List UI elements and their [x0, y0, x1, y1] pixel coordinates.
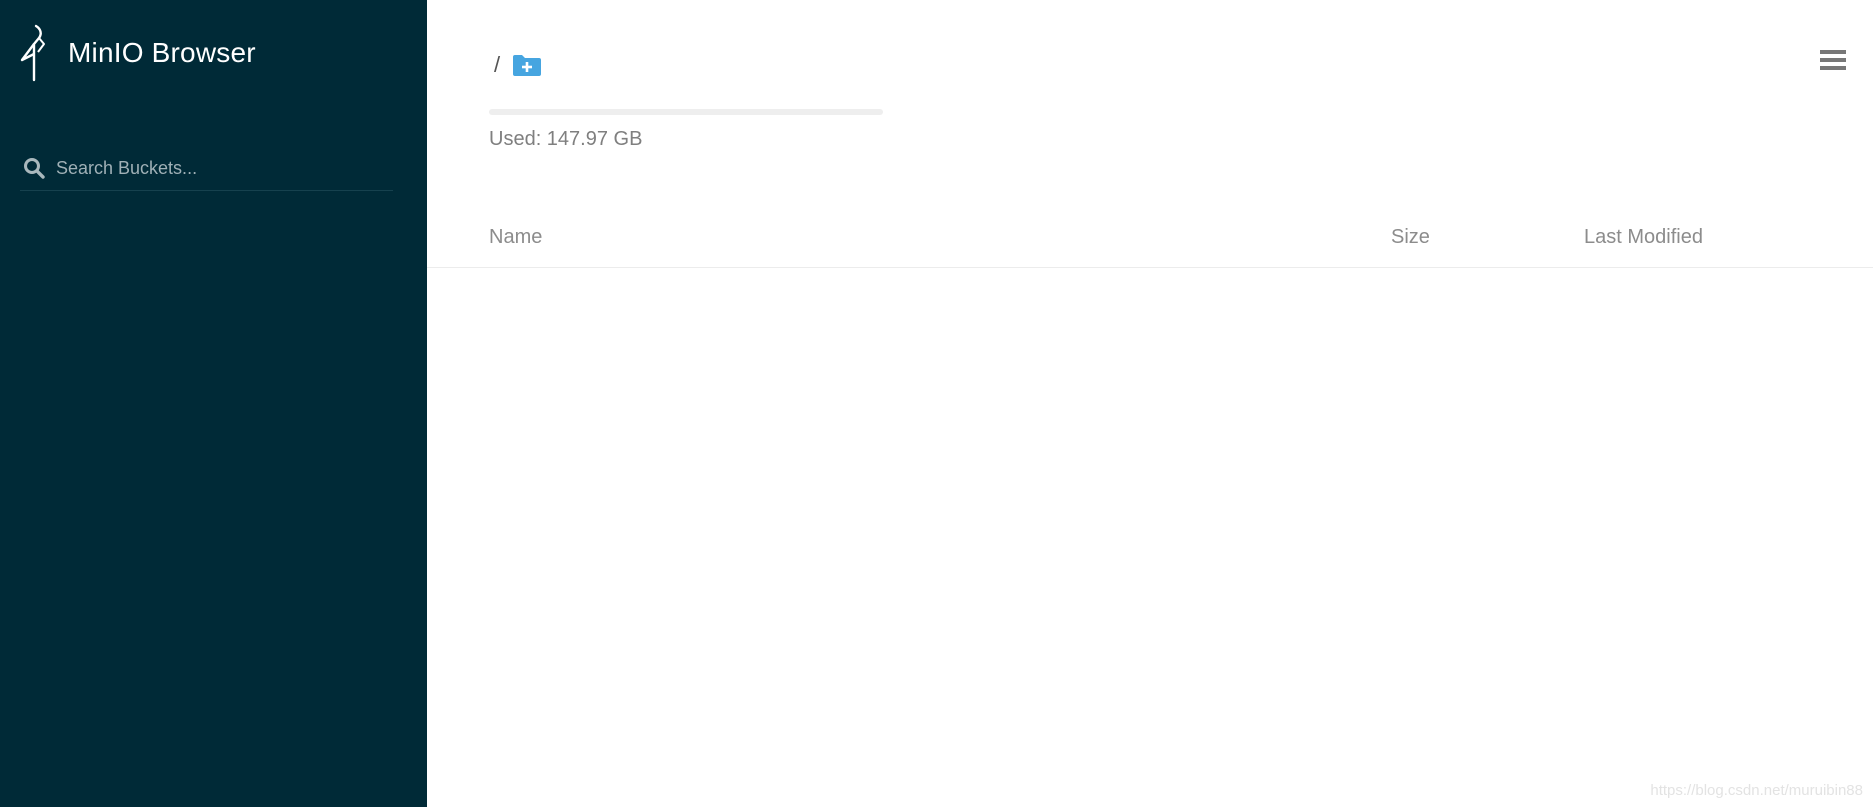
minio-logo-icon: [20, 24, 45, 82]
menu-bar: [1820, 50, 1846, 54]
usage-progress-bar: [489, 109, 883, 115]
sidebar: MinIO Browser: [0, 0, 427, 807]
storage-usage: Used: 147.97 GB: [489, 109, 883, 151]
search-icon: [24, 158, 45, 179]
search-buckets-input[interactable]: [56, 157, 376, 179]
object-table-header: Name Size Last Modified: [427, 222, 1873, 268]
app-title: MinIO Browser: [68, 37, 256, 68]
menu-bar: [1820, 58, 1846, 62]
main-content: / Used: 147.97 GB Name Size Last Modifie…: [427, 0, 1873, 807]
column-header-last-modified[interactable]: Last Modified: [1584, 226, 1703, 249]
bucket-search: [20, 146, 393, 191]
breadcrumb: /: [494, 52, 542, 78]
minio-browser-app: MinIO Browser / Used: 147.97 GB: [0, 0, 1873, 807]
column-header-size[interactable]: Size: [1391, 226, 1430, 249]
brand[interactable]: MinIO Browser: [20, 24, 256, 82]
breadcrumb-root[interactable]: /: [494, 52, 500, 78]
hamburger-menu-icon[interactable]: [1820, 50, 1846, 74]
used-storage-label: Used: 147.97 GB: [489, 128, 643, 150]
menu-bar: [1820, 66, 1846, 70]
folder-plus-icon[interactable]: [512, 53, 542, 77]
column-header-name[interactable]: Name: [489, 226, 542, 249]
watermark: https://blog.csdn.net/muruibin88: [1650, 782, 1863, 799]
